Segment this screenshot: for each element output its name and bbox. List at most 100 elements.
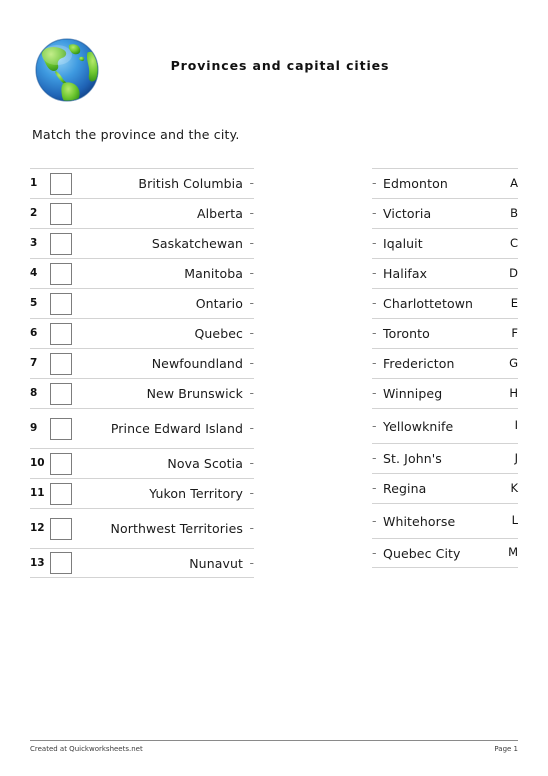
city-label: Quebec City — [383, 545, 461, 561]
answer-checkbox[interactable] — [50, 262, 72, 285]
city-label: Edmonton — [383, 176, 448, 191]
answer-checkbox[interactable] — [50, 352, 72, 375]
answer-checkbox[interactable] — [50, 202, 72, 225]
city-row: - Iqaluit C — [372, 228, 518, 258]
connector-dash: - — [249, 485, 254, 501]
connector-dash: - — [372, 265, 377, 281]
city-label: Charlottetown — [383, 296, 474, 311]
province-label: Nova Scotia — [167, 456, 243, 471]
connector-dash: - — [372, 417, 377, 433]
city-letter: K — [510, 480, 518, 495]
province-label: Yukon Territory — [149, 486, 243, 501]
province-label: Alberta — [196, 206, 243, 221]
city-row: - Regina K — [372, 473, 518, 503]
city-label: Whitehorse — [383, 513, 456, 529]
city-letter: L — [511, 513, 518, 528]
city-label: Toronto — [383, 326, 430, 341]
city-label: Victoria — [383, 206, 432, 221]
worksheet-header: Provinces and capital cities — [0, 0, 548, 115]
connector-dash: - — [249, 205, 254, 221]
city-letter: B — [510, 205, 518, 220]
city-label: Iqaluit — [383, 236, 423, 251]
connector-dash: - — [249, 385, 254, 401]
answer-checkbox[interactable] — [50, 552, 72, 574]
province-label: Saskatchewan — [151, 236, 243, 251]
province-label: New Brunswick — [146, 386, 243, 401]
connector-dash: - — [249, 455, 254, 471]
connector-dash: - — [372, 480, 377, 496]
city-letter: M — [508, 545, 518, 560]
province-row: 8 New Brunswick - — [30, 378, 254, 408]
city-row: - Charlottetown E — [372, 288, 518, 318]
connector-dash: - — [372, 385, 377, 401]
page-title: Provinces and capital cities — [170, 58, 390, 73]
province-number: 5 — [30, 297, 38, 310]
connector-dash: - — [372, 235, 377, 251]
connector-dash: - — [372, 205, 377, 221]
province-row: 4 Manitoba - — [30, 258, 254, 288]
province-number: 11 — [30, 487, 45, 500]
city-letter: J — [514, 450, 518, 465]
province-number: 3 — [30, 237, 38, 250]
province-label: Prince Edward Island — [110, 421, 243, 436]
province-number: 9 — [30, 422, 38, 435]
instruction-text: Match the province and the city. — [32, 127, 240, 142]
province-label: Manitoba — [184, 266, 243, 281]
city-label: Yellowknife — [383, 418, 454, 434]
city-letter: A — [510, 175, 518, 190]
province-row: 5 Ontario - — [30, 288, 254, 318]
answer-checkbox[interactable] — [50, 322, 72, 345]
connector-dash: - — [372, 544, 377, 560]
answer-checkbox[interactable] — [50, 172, 72, 195]
answer-checkbox[interactable] — [50, 292, 72, 315]
province-number: 6 — [30, 327, 38, 340]
city-letter: E — [510, 295, 518, 310]
province-label: Northwest Territories — [110, 521, 243, 536]
connector-dash: - — [249, 420, 254, 436]
city-letter: D — [509, 265, 518, 280]
cities-column: - Edmonton A - Victoria B - Iqaluit C - Halifax D - C… — [372, 168, 518, 568]
connector-dash: - — [249, 355, 254, 371]
city-letter: F — [511, 325, 518, 340]
province-label: British Columbia — [138, 176, 243, 191]
connector-dash: - — [249, 175, 254, 191]
province-row: 9 Prince Edward Island - — [30, 408, 254, 448]
province-label: Quebec — [194, 326, 243, 341]
page-footer: Created at Quickworksheets.net Page 1 — [30, 740, 518, 753]
answer-checkbox[interactable] — [50, 517, 72, 540]
city-label: Fredericton — [383, 356, 455, 371]
footer-page-number: Page 1 — [494, 745, 518, 753]
answer-checkbox[interactable] — [50, 417, 72, 440]
city-row: - St. John's J — [372, 443, 518, 473]
province-number: 8 — [30, 387, 38, 400]
connector-dash: - — [249, 295, 254, 311]
connector-dash: - — [372, 355, 377, 371]
city-label: Halifax — [383, 266, 428, 281]
answer-checkbox[interactable] — [50, 382, 72, 405]
province-number: 7 — [30, 357, 38, 370]
connector-dash: - — [372, 295, 377, 311]
answer-checkbox[interactable] — [50, 482, 72, 505]
province-label: Newfoundland — [151, 356, 243, 371]
city-row: - Edmonton A — [372, 168, 518, 198]
answer-checkbox[interactable] — [50, 232, 72, 255]
connector-dash: - — [372, 512, 377, 528]
answer-checkbox[interactable] — [50, 452, 72, 475]
city-label: St. John's — [383, 451, 442, 466]
province-label: Nunavut — [189, 555, 243, 571]
city-row: - Yellowknife I — [372, 408, 518, 443]
province-number: 4 — [30, 267, 38, 280]
province-row: 10 Nova Scotia - — [30, 448, 254, 478]
city-label: Regina — [383, 481, 427, 496]
province-row: 11 Yukon Territory - — [30, 478, 254, 508]
province-row: 3 Saskatchewan - — [30, 228, 254, 258]
city-label: Winnipeg — [383, 386, 443, 401]
city-letter: C — [509, 235, 518, 250]
province-row: 7 Newfoundland - — [30, 348, 254, 378]
city-row: - Toronto F — [372, 318, 518, 348]
connector-dash: - — [372, 175, 377, 191]
city-letter: H — [509, 385, 518, 400]
provinces-column: 1 British Columbia -2 Alberta -3 Saskatchewan… — [30, 168, 254, 578]
city-row: - Whitehorse L — [372, 503, 518, 538]
province-row: 12 Northwest Territories - — [30, 508, 254, 548]
